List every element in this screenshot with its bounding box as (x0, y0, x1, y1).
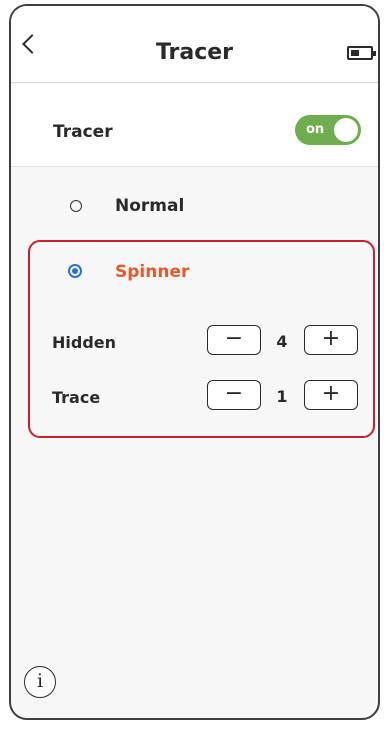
page-title: Tracer (155, 40, 234, 65)
toggle-knob (334, 118, 358, 142)
info-icon[interactable]: i (24, 666, 56, 698)
battery-icon (347, 46, 376, 60)
trace-value: 1 (276, 387, 288, 406)
trace-increment-button[interactable]: + (304, 380, 358, 410)
header-bar: Tracer (11, 6, 378, 83)
hidden-value: 4 (276, 332, 288, 351)
radio-normal[interactable] (70, 200, 82, 212)
option-normal-label[interactable]: Normal (115, 196, 184, 216)
tracer-label: Tracer (53, 122, 113, 142)
hidden-decrement-button[interactable]: − (207, 325, 261, 355)
tracer-toggle[interactable]: on (295, 115, 361, 145)
tracer-row: Tracer on (11, 84, 378, 167)
trace-label: Trace (52, 388, 101, 407)
hidden-increment-button[interactable]: + (304, 325, 358, 355)
option-spinner-label[interactable]: Spinner (115, 262, 189, 282)
hidden-label: Hidden (52, 333, 117, 352)
trace-decrement-button[interactable]: − (207, 380, 261, 410)
toggle-on-text: on (306, 122, 325, 137)
radio-spinner[interactable] (68, 264, 82, 278)
